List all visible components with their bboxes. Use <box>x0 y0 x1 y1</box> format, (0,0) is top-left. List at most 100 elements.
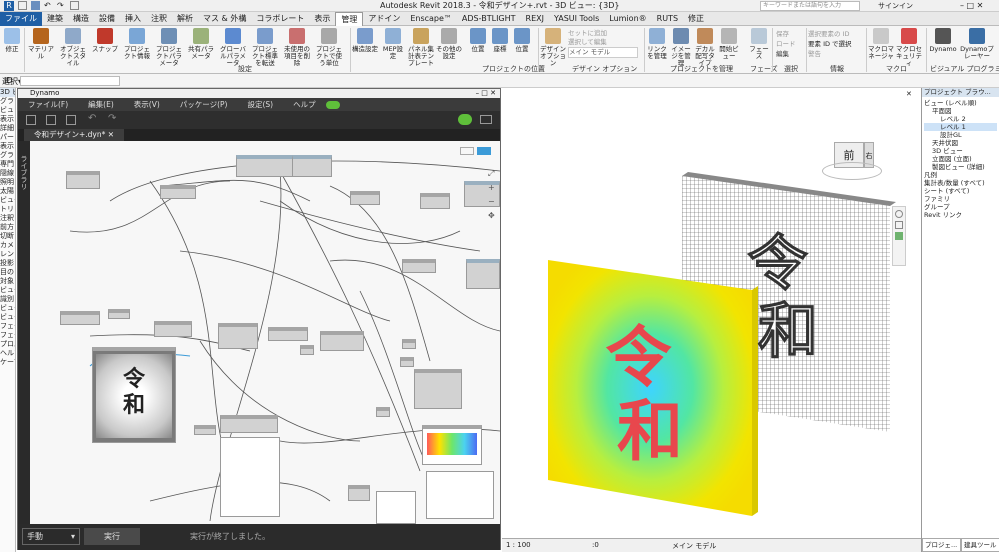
ribbon-button[interactable]: プロジェクトパラメータ <box>154 28 184 67</box>
viewcube[interactable]: 前 右 <box>822 132 882 190</box>
library-panel-collapsed[interactable]: ライブラリ <box>18 141 30 524</box>
browser-tree-item[interactable]: 凡例 <box>924 171 997 179</box>
browser-tree-item[interactable]: 3D ビュー <box>924 147 997 155</box>
browser-tree-item[interactable]: 立面図 (立面) <box>924 155 997 163</box>
dynamo-node[interactable] <box>194 425 216 435</box>
graph-view-icon[interactable] <box>476 147 491 155</box>
print-icon[interactable] <box>70 1 79 10</box>
viewcube-compass[interactable] <box>822 162 882 180</box>
tab-tools[interactable]: 建具ツール <box>961 538 999 552</box>
search-input[interactable]: キーワードまたは語句を入力 <box>760 1 860 11</box>
ribbon-tab[interactable]: RUTS <box>652 12 683 26</box>
ribbon-tab[interactable]: アドイン <box>363 12 405 26</box>
design-option-button[interactable]: デザインオプション <box>540 28 566 67</box>
zoom-out-icon[interactable]: − <box>488 195 495 209</box>
type-selector[interactable] <box>20 76 120 86</box>
scale-label[interactable]: 1 : 100 <box>506 541 531 549</box>
ribbon-tab[interactable]: 修正 <box>683 12 709 26</box>
dynamo-node[interactable] <box>300 345 314 355</box>
redo-icon[interactable]: ↷ <box>57 1 66 10</box>
macro-manager-button[interactable]: マクロマネージャ <box>868 28 894 60</box>
browser-tree-item[interactable]: シート (すべて) <box>924 187 997 195</box>
ribbon-button[interactable]: 未使用の項目を削除 <box>282 28 312 67</box>
load-selection-button[interactable]: ロード <box>776 39 796 49</box>
ribbon-button[interactable]: 共有パラメータ <box>186 28 216 60</box>
dynamo-menu-item[interactable]: 表示(V) <box>124 99 170 110</box>
quick-access-toolbar[interactable]: R ↶ ↷ <box>4 1 214 11</box>
dynamo-node[interactable] <box>402 259 436 273</box>
save-selection-button[interactable]: 保存 <box>776 29 796 39</box>
browser-tree-item[interactable]: 製図ビュー (詳細) <box>924 163 997 171</box>
dynamo-node[interactable] <box>348 485 370 501</box>
revit-3d-view[interactable]: 令 和 令 和 前 右 ✕ <box>502 88 921 538</box>
run-button[interactable]: 実行 <box>84 528 140 545</box>
new-file-icon[interactable] <box>26 115 36 125</box>
view-toggle[interactable] <box>460 147 496 157</box>
ribbon-button[interactable]: パネル集計表テンプレート <box>408 28 434 67</box>
ribbon-tab[interactable]: 建築 <box>42 12 68 26</box>
watch-node-list[interactable] <box>376 491 416 524</box>
dynamo-node[interactable] <box>400 357 414 367</box>
dynamo-node[interactable] <box>292 155 332 177</box>
dynamo-node[interactable] <box>154 321 192 337</box>
zoom-in-icon[interactable]: + <box>488 181 495 195</box>
browser-tree-item[interactable]: レベル 2 <box>924 115 997 123</box>
browser-tree-item[interactable]: Revit リンク <box>924 211 997 219</box>
ribbon-tab[interactable]: 設備 <box>94 12 120 26</box>
ribbon-tab[interactable]: 解析 <box>172 12 198 26</box>
pick-to-edit-button[interactable]: 選択して編集 <box>568 38 638 47</box>
tab-project-browser[interactable]: プロジェ... <box>922 538 961 552</box>
ribbon-tab[interactable]: 挿入 <box>120 12 146 26</box>
dynamo-menu-item[interactable]: パッケージ(P) <box>170 99 238 110</box>
cloud-upload-icon[interactable] <box>458 114 472 125</box>
dynamo-node[interactable] <box>402 339 416 349</box>
ribbon-button[interactable]: グローバルパラメータ <box>218 28 248 67</box>
browser-tree-item[interactable]: 設計GL <box>924 131 997 139</box>
ribbon-button[interactable]: プロジェクトで使う単位 <box>314 28 344 67</box>
dynamo-menu-item[interactable]: 設定(S) <box>237 99 283 110</box>
location-button[interactable]: 位置 <box>468 28 488 53</box>
dynamo-button[interactable]: Dynamo <box>928 28 958 53</box>
tab-reiwa-dyn[interactable]: 令和デザイン+.dyn* ✕ <box>24 129 125 141</box>
ribbon-button[interactable]: デカル配写タイプ <box>694 28 716 67</box>
dynamo-node[interactable] <box>218 323 258 349</box>
watch-node-list[interactable] <box>220 437 280 517</box>
dynamo-window-controls[interactable]: – □ ✕ <box>476 89 496 98</box>
geometry-view-icon[interactable] <box>460 147 474 155</box>
zoom-fit-icon[interactable]: ⤢ <box>488 167 495 181</box>
code-block-node[interactable] <box>66 171 100 189</box>
ribbon-tab[interactable]: マス & 外構 <box>198 12 251 26</box>
dynamo-node[interactable] <box>466 259 500 289</box>
ribbon-button[interactable]: イメージを管理 <box>670 28 692 67</box>
ribbon-button[interactable]: 開始ビュー <box>718 28 740 60</box>
ribbon-tab[interactable]: Enscape™ <box>405 12 457 26</box>
dynamo-node[interactable] <box>320 331 364 351</box>
steering-wheel-icon[interactable] <box>895 210 903 218</box>
open-file-icon[interactable] <box>46 115 56 125</box>
dynamo-node[interactable] <box>108 309 130 319</box>
navigation-icon[interactable] <box>895 232 903 240</box>
undo-icon[interactable]: ↶ <box>88 113 96 124</box>
zoom-controls[interactable]: ⤢ + − ✥ <box>488 167 495 223</box>
run-mode-dropdown[interactable]: 手動 ▾ <box>22 528 80 545</box>
watch-node-list[interactable] <box>426 471 494 519</box>
dynamo-node[interactable] <box>376 407 390 417</box>
ribbon-tab[interactable]: 表示 <box>309 12 335 26</box>
ribbon-button[interactable]: その他の設定 <box>436 28 462 60</box>
ribbon-tab[interactable]: 管理 <box>335 11 364 26</box>
design-option-status[interactable]: メイン モデル <box>672 541 716 551</box>
undo-icon[interactable]: ↶ <box>44 1 53 10</box>
notification-icon[interactable] <box>325 100 340 109</box>
ribbon-button[interactable]: スナップ <box>90 28 120 53</box>
dynamo-menu-item[interactable]: ヘルプ <box>283 99 326 110</box>
dynamo-menu-item[interactable]: ファイル(F) <box>18 99 78 110</box>
ribbon-button[interactable]: 構造設定 <box>352 28 378 53</box>
navigation-bar[interactable] <box>892 206 906 266</box>
signin-link[interactable]: サインイン <box>878 0 913 12</box>
pan-icon[interactable]: ✥ <box>488 209 495 223</box>
dynamo-node[interactable] <box>220 415 278 433</box>
add-to-set-button[interactable]: セットに追加 <box>568 29 638 38</box>
browser-tree-item[interactable]: グループ <box>924 203 997 211</box>
edit-selection-button[interactable]: 編集 <box>776 49 796 59</box>
dynamo-node[interactable] <box>160 185 196 199</box>
